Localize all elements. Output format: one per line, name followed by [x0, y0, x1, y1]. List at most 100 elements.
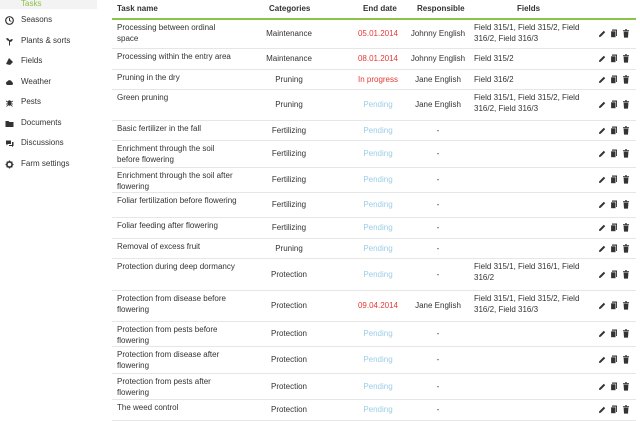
sidebar-item-tasks[interactable]: Tasks — [0, 0, 97, 9]
task-name-cell[interactable]: Removal of excess fruit — [117, 241, 237, 252]
trash-icon[interactable] — [622, 355, 630, 364]
task-name-cell[interactable]: The weed control — [117, 402, 237, 413]
trash-icon[interactable] — [622, 200, 630, 209]
copy-icon[interactable] — [610, 355, 618, 364]
trash-icon[interactable] — [622, 149, 630, 158]
sidebar-item-pests[interactable]: Pests — [0, 94, 97, 112]
copy-icon[interactable] — [610, 126, 618, 135]
trash-icon[interactable] — [622, 270, 630, 279]
header-task-name[interactable]: Task name — [117, 4, 158, 13]
task-name-cell[interactable]: Protection from pests after flowering — [117, 376, 237, 398]
pencil-icon[interactable] — [598, 223, 606, 232]
task-name-cell[interactable]: Foliar feeding after flowering — [117, 220, 237, 231]
sidebar-item-seasons[interactable]: Seasons — [0, 12, 97, 30]
copy-icon[interactable] — [610, 100, 618, 109]
table-row[interactable]: Processing within the entry area Maintena… — [112, 49, 636, 70]
trash-icon[interactable] — [622, 75, 630, 84]
copy-icon[interactable] — [610, 405, 618, 414]
sidebar-item-farm-settings[interactable]: Farm settings — [0, 156, 97, 174]
pencil-icon[interactable] — [598, 100, 606, 109]
table-row[interactable]: The weed control Protection Pending - — [112, 400, 636, 421]
pencil-icon[interactable] — [598, 126, 606, 135]
task-name-cell[interactable]: Basic fertilizer in the fall — [117, 123, 237, 134]
copy-icon[interactable] — [610, 75, 618, 84]
table-row[interactable]: Protection from disease before flowering… — [112, 291, 636, 322]
trash-icon[interactable] — [622, 29, 630, 38]
task-name-cell[interactable]: Enrichment through the soil after flower… — [117, 170, 237, 192]
sidebar-item-discussions[interactable]: Discussions — [0, 135, 97, 153]
category-cell: Protection — [270, 355, 308, 364]
sidebar-item-plants-sorts[interactable]: Plants & sorts — [0, 33, 97, 51]
pencil-icon[interactable] — [598, 244, 606, 253]
copy-icon[interactable] — [610, 149, 618, 158]
table-row[interactable]: Enrichment through the soil after flower… — [112, 168, 636, 193]
sidebar-item-fields[interactable]: Fields — [0, 53, 97, 71]
table-row[interactable]: Protection from disease after flowering P… — [112, 347, 636, 374]
trash-icon[interactable] — [622, 126, 630, 135]
copy-icon[interactable] — [610, 200, 618, 209]
task-name-cell[interactable]: Protection during deep dormancy — [117, 261, 237, 272]
copy-icon[interactable] — [610, 54, 618, 63]
pencil-icon[interactable] — [598, 301, 606, 310]
pencil-icon[interactable] — [598, 149, 606, 158]
header-categories[interactable]: Categories — [269, 4, 310, 13]
task-name-cell[interactable]: Foliar fertilization before flowering — [117, 195, 237, 206]
pencil-icon[interactable] — [598, 175, 606, 184]
table-row[interactable]: Processing between ordinal space Maintena… — [112, 20, 636, 49]
pencil-icon[interactable] — [598, 329, 606, 338]
copy-icon[interactable] — [610, 244, 618, 253]
scrollbar[interactable] — [636, 0, 640, 400]
copy-icon[interactable] — [610, 175, 618, 184]
copy-icon[interactable] — [610, 329, 618, 338]
pencil-icon[interactable] — [598, 355, 606, 364]
task-name-cell[interactable]: Protection from disease after flowering — [117, 349, 237, 371]
table-row[interactable]: Enrichment through the soil before flowe… — [112, 141, 636, 168]
copy-icon[interactable] — [610, 29, 618, 38]
trash-icon[interactable] — [622, 329, 630, 338]
task-name-cell[interactable]: Pruning in the dry — [117, 72, 237, 83]
copy-icon[interactable] — [610, 223, 618, 232]
task-name-cell[interactable]: Processing within the entry area — [117, 51, 237, 62]
category-cell: Fertilizing — [271, 223, 307, 232]
pencil-icon[interactable] — [598, 382, 606, 391]
copy-icon[interactable] — [610, 301, 618, 310]
task-name-cell[interactable]: Green pruning — [117, 92, 237, 103]
table-row[interactable]: Basic fertilizer in the fall Fertilizing P… — [112, 121, 636, 141]
header-responsible[interactable]: Responsible — [417, 4, 465, 13]
sidebar-item-documents[interactable]: Documents — [0, 115, 97, 133]
table-row[interactable]: Removal of excess fruit Pruning Pending - — [112, 239, 636, 259]
pencil-icon[interactable] — [598, 405, 606, 414]
sidebar-item-label: Weather — [21, 76, 52, 86]
pencil-icon[interactable] — [598, 270, 606, 279]
task-name-cell[interactable]: Protection from disease before flowering — [117, 293, 237, 315]
header-fields[interactable]: Fields — [517, 4, 540, 13]
responsible-cell: - — [436, 175, 440, 184]
trash-icon[interactable] — [622, 244, 630, 253]
table-row[interactable]: Foliar fertilization before flowering Fer… — [112, 193, 636, 218]
trash-icon[interactable] — [622, 405, 630, 414]
copy-icon[interactable] — [610, 382, 618, 391]
trash-icon[interactable] — [622, 100, 630, 109]
trash-icon[interactable] — [622, 175, 630, 184]
table-row[interactable]: Protection from pests before flowering Pr… — [112, 322, 636, 347]
table-row[interactable]: Protection during deep dormancy Protectio… — [112, 259, 636, 291]
trash-icon[interactable] — [622, 382, 630, 391]
table-row[interactable]: Foliar feeding after flowering Fertilizin… — [112, 218, 636, 239]
trash-icon[interactable] — [622, 54, 630, 63]
pencil-icon[interactable] — [598, 200, 606, 209]
copy-icon[interactable] — [610, 270, 618, 279]
table-row[interactable]: Pruning in the dry Pruning In progress Jane… — [112, 70, 636, 90]
row-actions — [598, 270, 634, 279]
task-name-cell[interactable]: Protection from pests before flowering — [117, 324, 237, 346]
table-row[interactable]: Protection from pests after flowering Pro… — [112, 374, 636, 400]
trash-icon[interactable] — [622, 301, 630, 310]
pencil-icon[interactable] — [598, 29, 606, 38]
task-name-cell[interactable]: Processing between ordinal space — [117, 22, 237, 44]
pencil-icon[interactable] — [598, 75, 606, 84]
sidebar-item-weather[interactable]: Weather — [0, 74, 97, 92]
task-name-cell[interactable]: Enrichment through the soil before flowe… — [117, 143, 237, 165]
pencil-icon[interactable] — [598, 54, 606, 63]
trash-icon[interactable] — [622, 223, 630, 232]
header-end-date[interactable]: End date — [363, 4, 397, 13]
table-row[interactable]: Green pruning Pruning Pending Jane English F… — [112, 90, 636, 121]
